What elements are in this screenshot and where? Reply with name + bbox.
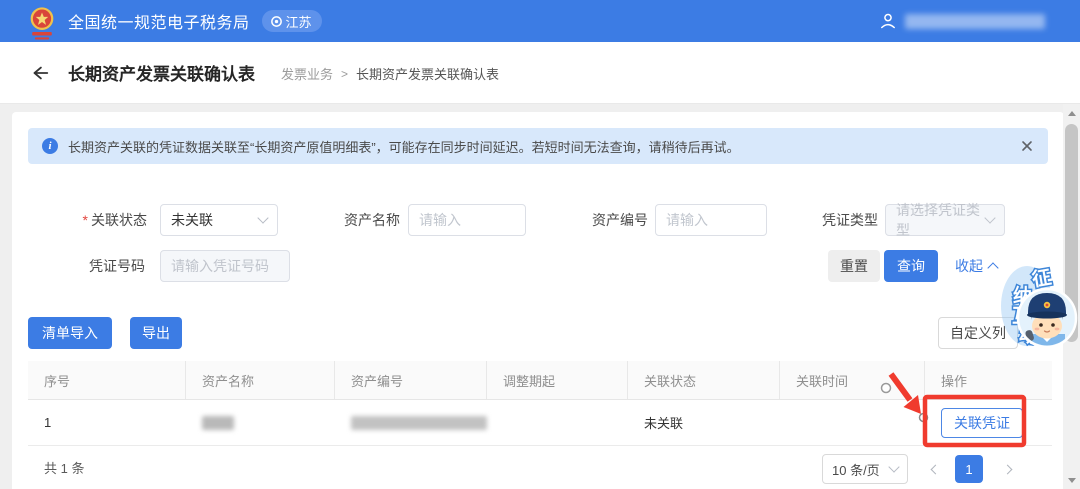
mascot-char-1: 征	[1030, 265, 1053, 291]
col-status: 关联状态	[628, 361, 780, 399]
asset-name-label: 资产名称	[300, 204, 400, 236]
page: 全国统一规范电子税务局 江苏 长期资产发票关联确认表 发票业务 > 长期资产发票…	[0, 0, 1080, 489]
voucher-type-placeholder: 请选择凭证类型	[896, 200, 986, 240]
back-button[interactable]	[30, 63, 50, 83]
asset-code-label: 资产编号	[548, 204, 648, 236]
cell-assoc-time	[780, 400, 925, 445]
voucher-no-input	[160, 250, 290, 282]
chevron-right-icon	[1002, 464, 1012, 474]
redacted-asset-code	[351, 416, 487, 430]
chevron-left-icon	[930, 464, 940, 474]
table-row: 1 未关联 关联凭证	[28, 400, 1052, 446]
associate-voucher-button[interactable]: 关联凭证	[941, 408, 1023, 438]
banner-close-icon[interactable]	[1020, 139, 1034, 153]
chevron-down-icon	[257, 212, 268, 223]
triangle-up-icon	[1068, 111, 1076, 116]
next-page-button[interactable]	[996, 455, 1018, 483]
status-select-value: 未关联	[171, 210, 213, 230]
region-badge[interactable]: 江苏	[262, 10, 322, 32]
breadcrumb-separator: >	[341, 67, 348, 81]
chevron-down-icon	[984, 212, 995, 223]
triangle-down-icon	[1068, 478, 1076, 483]
cell-asset-code	[335, 400, 487, 445]
col-index: 序号	[28, 361, 186, 399]
redacted-username	[905, 14, 1045, 29]
reset-button[interactable]: 重置	[828, 250, 880, 282]
voucher-type-label: 凭证类型	[778, 204, 878, 236]
page-size-select[interactable]: 10 条/页	[822, 454, 908, 484]
collapse-label: 收起	[955, 256, 983, 276]
prev-page-button[interactable]	[924, 455, 946, 483]
location-pin-icon	[270, 15, 283, 28]
import-button[interactable]: 清单导入	[28, 317, 112, 349]
chevron-up-icon	[987, 262, 998, 273]
banner-text: 长期资产关联的凭证数据关联至“长期资产原值明细表”，可能存在同步时间延迟。若短时…	[68, 137, 740, 156]
scrollbar-up-arrow[interactable]	[1063, 106, 1080, 120]
table-header: 序号 资产名称 资产编号 调整期起 关联状态 关联时间 操作	[28, 361, 1052, 400]
chevron-down-icon	[888, 461, 899, 472]
status-select[interactable]: 未关联	[160, 204, 278, 236]
mascot-avatar	[1018, 289, 1076, 348]
cell-index: 1	[28, 400, 186, 445]
collapse-link[interactable]: 收起	[955, 250, 997, 282]
cell-action: 关联凭证	[925, 400, 1052, 445]
app-header: 全国统一规范电子税务局 江苏	[0, 0, 1080, 42]
breadcrumb-current: 长期资产发票关联确认表	[356, 64, 499, 83]
col-asset-code: 资产编号	[335, 361, 487, 399]
export-button[interactable]: 导出	[130, 317, 182, 349]
scrollbar-down-arrow[interactable]	[1063, 473, 1080, 487]
info-icon: i	[42, 138, 58, 154]
region-label: 江苏	[286, 12, 312, 31]
query-button[interactable]: 查询	[884, 250, 938, 282]
page-number-1[interactable]: 1	[955, 455, 983, 483]
col-action: 操作	[925, 361, 1052, 399]
app-title: 全国统一规范电子税务局	[68, 9, 250, 33]
asset-code-input[interactable]	[655, 204, 767, 236]
page-title: 长期资产发票关联确认表	[68, 60, 255, 85]
content-card: i 长期资产关联的凭证数据关联至“长期资产原值明细表”，可能存在同步时间延迟。若…	[12, 112, 1064, 489]
breadcrumb-bar: 长期资产发票关联确认表 发票业务 > 长期资产发票关联确认表	[0, 42, 1080, 104]
col-asset-name: 资产名称	[186, 361, 335, 399]
redacted-asset-name	[202, 416, 234, 430]
info-banner: i 长期资产关联的凭证数据关联至“长期资产原值明细表”，可能存在同步时间延迟。若…	[28, 128, 1048, 164]
user-icon	[879, 12, 897, 30]
tax-interaction-mascot[interactable]: 征 纳 互 动	[1000, 260, 1080, 362]
total-count: 共 1 条	[44, 452, 84, 486]
cell-asset-name	[186, 400, 335, 445]
breadcrumb: 发票业务 > 长期资产发票关联确认表	[281, 64, 499, 83]
col-assoc-time: 关联时间	[780, 361, 925, 399]
cell-status: 未关联	[628, 400, 780, 445]
required-asterisk: *	[83, 212, 88, 228]
cell-adjust-period	[487, 400, 628, 445]
table-footer: 共 1 条 10 条/页 1	[12, 452, 1052, 486]
tax-bureau-logo	[26, 6, 58, 42]
voucher-type-select: 请选择凭证类型	[885, 204, 1005, 236]
header-user-area[interactable]	[879, 0, 1045, 42]
asset-name-input[interactable]	[408, 204, 526, 236]
breadcrumb-parent[interactable]: 发票业务	[281, 64, 333, 83]
assets-table: 序号 资产名称 资产编号 调整期起 关联状态 关联时间 操作 1 未关联 关联凭…	[28, 361, 1052, 446]
voucher-no-label: 凭证号码	[28, 250, 145, 282]
col-adjust-period: 调整期起	[487, 361, 628, 399]
page-size-value: 10 条/页	[832, 460, 880, 479]
status-label: *关联状态	[28, 204, 147, 236]
